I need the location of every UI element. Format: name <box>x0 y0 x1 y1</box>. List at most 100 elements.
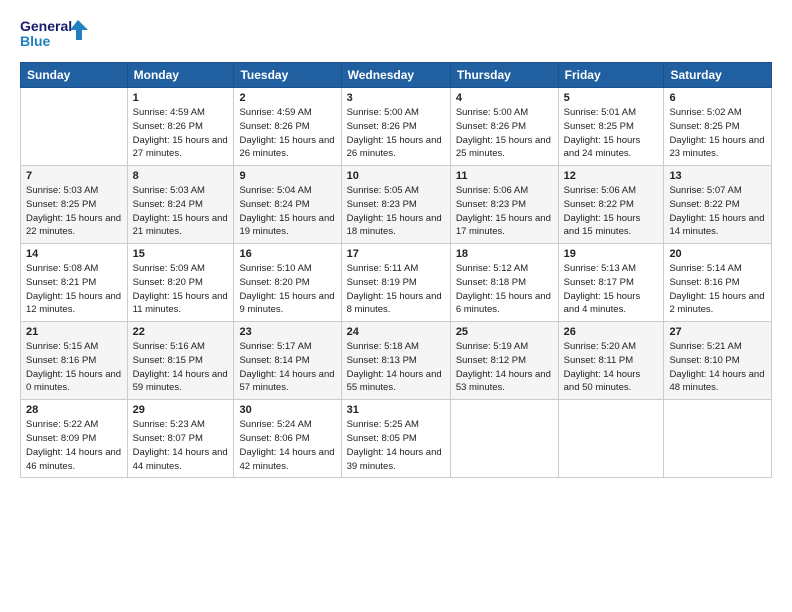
day-info: Sunrise: 5:05 AMSunset: 8:23 PMDaylight:… <box>347 184 445 239</box>
day-info: Sunrise: 5:08 AMSunset: 8:21 PMDaylight:… <box>26 262 122 317</box>
day-info: Sunrise: 5:07 AMSunset: 8:22 PMDaylight:… <box>669 184 766 239</box>
day-number: 26 <box>564 326 659 338</box>
day-info: Sunrise: 5:22 AMSunset: 8:09 PMDaylight:… <box>26 418 122 473</box>
day-info: Sunrise: 5:06 AMSunset: 8:22 PMDaylight:… <box>564 184 659 239</box>
calendar-week-row: 14 Sunrise: 5:08 AMSunset: 8:21 PMDayligh… <box>21 244 772 322</box>
day-info: Sunrise: 5:10 AMSunset: 8:20 PMDaylight:… <box>239 262 335 317</box>
day-number: 7 <box>26 170 122 182</box>
calendar-cell: 9Sunrise: 5:04 AMSunset: 8:24 PMDaylight… <box>234 166 341 244</box>
calendar-cell: 3Sunrise: 5:00 AMSunset: 8:26 PMDaylight… <box>341 88 450 166</box>
calendar-cell: 13Sunrise: 5:07 AMSunset: 8:22 PMDayligh… <box>664 166 772 244</box>
calendar-cell <box>21 88 128 166</box>
day-number: 14 <box>26 248 122 260</box>
day-number: 1 <box>133 92 229 104</box>
day-info: Sunrise: 5:17 AMSunset: 8:14 PMDaylight:… <box>239 340 335 395</box>
day-info: Sunrise: 5:24 AMSunset: 8:06 PMDaylight:… <box>239 418 335 473</box>
calendar-cell: 26 Sunrise: 5:20 AMSunset: 8:11 PMDayligh… <box>558 322 664 400</box>
day-info: Sunrise: 5:14 AMSunset: 8:16 PMDaylight:… <box>669 262 766 317</box>
weekday-header-thursday: Thursday <box>450 63 558 88</box>
day-number: 20 <box>669 248 766 260</box>
day-number: 12 <box>564 170 659 182</box>
day-info: Sunrise: 5:01 AMSunset: 8:25 PMDaylight:… <box>564 106 659 161</box>
weekday-header-monday: Monday <box>127 63 234 88</box>
day-info: Sunrise: 5:09 AMSunset: 8:20 PMDaylight:… <box>133 262 229 317</box>
day-info: Sunrise: 5:21 AMSunset: 8:10 PMDaylight:… <box>669 340 766 395</box>
day-info: Sunrise: 4:59 AMSunset: 8:26 PMDaylight:… <box>133 106 229 161</box>
day-number: 21 <box>26 326 122 338</box>
day-info: Sunrise: 5:19 AMSunset: 8:12 PMDaylight:… <box>456 340 553 395</box>
logo-svg: General Blue <box>20 16 90 52</box>
calendar-cell <box>664 400 772 478</box>
day-number: 15 <box>133 248 229 260</box>
calendar-cell: 1 Sunrise: 4:59 AMSunset: 8:26 PMDaylight… <box>127 88 234 166</box>
calendar-cell <box>450 400 558 478</box>
day-number: 8 <box>133 170 229 182</box>
calendar-cell <box>558 400 664 478</box>
day-number: 23 <box>239 326 335 338</box>
calendar-cell: 25 Sunrise: 5:19 AMSunset: 8:12 PMDayligh… <box>450 322 558 400</box>
day-number: 31 <box>347 404 445 416</box>
calendar-week-row: 21 Sunrise: 5:15 AMSunset: 8:16 PMDayligh… <box>21 322 772 400</box>
svg-text:General: General <box>20 18 72 34</box>
day-info: Sunrise: 5:02 AMSunset: 8:25 PMDaylight:… <box>669 106 766 161</box>
day-number: 2 <box>239 92 335 104</box>
calendar-cell: 18Sunrise: 5:12 AMSunset: 8:18 PMDayligh… <box>450 244 558 322</box>
day-info: Sunrise: 5:03 AMSunset: 8:25 PMDaylight:… <box>26 184 122 239</box>
calendar-cell: 27 Sunrise: 5:21 AMSunset: 8:10 PMDayligh… <box>664 322 772 400</box>
day-number: 17 <box>347 248 445 260</box>
calendar-cell: 21 Sunrise: 5:15 AMSunset: 8:16 PMDayligh… <box>21 322 128 400</box>
calendar-week-row: 28 Sunrise: 5:22 AMSunset: 8:09 PMDayligh… <box>21 400 772 478</box>
calendar-cell: 19Sunrise: 5:13 AMSunset: 8:17 PMDayligh… <box>558 244 664 322</box>
calendar-cell: 31 Sunrise: 5:25 AMSunset: 8:05 PMDayligh… <box>341 400 450 478</box>
calendar-cell: 12 Sunrise: 5:06 AMSunset: 8:22 PMDayligh… <box>558 166 664 244</box>
day-info: Sunrise: 5:11 AMSunset: 8:19 PMDaylight:… <box>347 262 445 317</box>
day-number: 22 <box>133 326 229 338</box>
calendar-cell: 6 Sunrise: 5:02 AMSunset: 8:25 PMDaylight… <box>664 88 772 166</box>
day-info: Sunrise: 4:59 AMSunset: 8:26 PMDaylight:… <box>239 106 335 161</box>
day-number: 30 <box>239 404 335 416</box>
day-number: 3 <box>347 92 445 104</box>
calendar-cell: 5Sunrise: 5:01 AMSunset: 8:25 PMDaylight… <box>558 88 664 166</box>
calendar-cell: 20 Sunrise: 5:14 AMSunset: 8:16 PMDayligh… <box>664 244 772 322</box>
calendar-week-row: 1 Sunrise: 4:59 AMSunset: 8:26 PMDaylight… <box>21 88 772 166</box>
weekday-header-wednesday: Wednesday <box>341 63 450 88</box>
day-number: 28 <box>26 404 122 416</box>
day-info: Sunrise: 5:06 AMSunset: 8:23 PMDaylight:… <box>456 184 553 239</box>
calendar-cell: 11 Sunrise: 5:06 AMSunset: 8:23 PMDayligh… <box>450 166 558 244</box>
calendar-cell: 2 Sunrise: 4:59 AMSunset: 8:26 PMDaylight… <box>234 88 341 166</box>
day-number: 16 <box>239 248 335 260</box>
weekday-header-sunday: Sunday <box>21 63 128 88</box>
day-info: Sunrise: 5:25 AMSunset: 8:05 PMDaylight:… <box>347 418 445 473</box>
calendar-cell: 28 Sunrise: 5:22 AMSunset: 8:09 PMDayligh… <box>21 400 128 478</box>
day-number: 19 <box>564 248 659 260</box>
page-header: General Blue <box>20 16 772 52</box>
weekday-header-saturday: Saturday <box>664 63 772 88</box>
calendar-cell: 4 Sunrise: 5:00 AMSunset: 8:26 PMDaylight… <box>450 88 558 166</box>
day-number: 10 <box>347 170 445 182</box>
day-info: Sunrise: 5:00 AMSunset: 8:26 PMDaylight:… <box>456 106 553 161</box>
calendar-page: General Blue SundayMondayTuesdayWednesda… <box>0 0 792 612</box>
calendar-cell: 29Sunrise: 5:23 AMSunset: 8:07 PMDayligh… <box>127 400 234 478</box>
day-number: 24 <box>347 326 445 338</box>
day-info: Sunrise: 5:18 AMSunset: 8:13 PMDaylight:… <box>347 340 445 395</box>
day-number: 11 <box>456 170 553 182</box>
day-number: 4 <box>456 92 553 104</box>
calendar-cell: 22 Sunrise: 5:16 AMSunset: 8:15 PMDayligh… <box>127 322 234 400</box>
logo: General Blue <box>20 16 90 52</box>
day-number: 27 <box>669 326 766 338</box>
day-number: 6 <box>669 92 766 104</box>
calendar-week-row: 7 Sunrise: 5:03 AMSunset: 8:25 PMDaylight… <box>21 166 772 244</box>
calendar-cell: 24 Sunrise: 5:18 AMSunset: 8:13 PMDayligh… <box>341 322 450 400</box>
day-info: Sunrise: 5:23 AMSunset: 8:07 PMDaylight:… <box>133 418 229 473</box>
day-info: Sunrise: 5:15 AMSunset: 8:16 PMDaylight:… <box>26 340 122 395</box>
day-info: Sunrise: 5:03 AMSunset: 8:24 PMDaylight:… <box>133 184 229 239</box>
day-number: 25 <box>456 326 553 338</box>
calendar-cell: 30 Sunrise: 5:24 AMSunset: 8:06 PMDayligh… <box>234 400 341 478</box>
calendar-cell: 7 Sunrise: 5:03 AMSunset: 8:25 PMDaylight… <box>21 166 128 244</box>
calendar-cell: 14 Sunrise: 5:08 AMSunset: 8:21 PMDayligh… <box>21 244 128 322</box>
day-info: Sunrise: 5:20 AMSunset: 8:11 PMDaylight:… <box>564 340 659 395</box>
calendar-cell: 15 Sunrise: 5:09 AMSunset: 8:20 PMDayligh… <box>127 244 234 322</box>
day-info: Sunrise: 5:16 AMSunset: 8:15 PMDaylight:… <box>133 340 229 395</box>
svg-text:Blue: Blue <box>20 33 51 49</box>
weekday-header-row: SundayMondayTuesdayWednesdayThursdayFrid… <box>21 63 772 88</box>
